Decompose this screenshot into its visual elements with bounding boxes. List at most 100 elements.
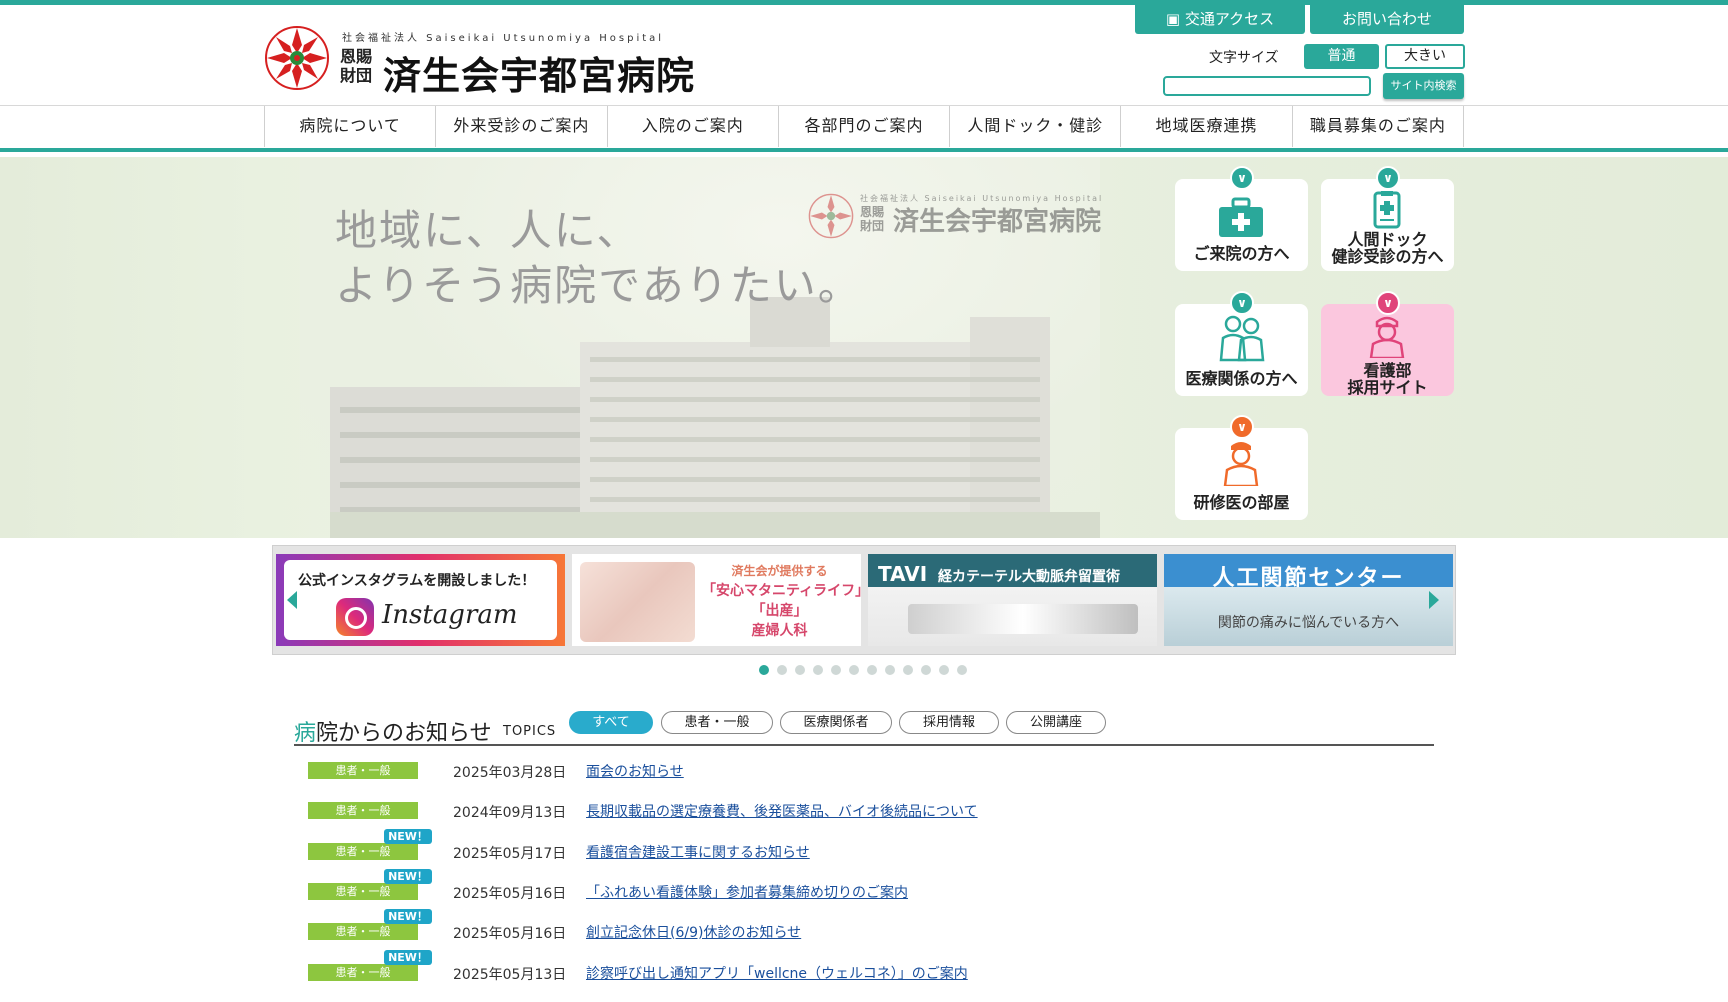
carousel-dot[interactable] bbox=[867, 665, 877, 675]
news-topics-label: TOPICS bbox=[503, 724, 557, 739]
banner-tavi-subtitle: 経カテーテル大動脈弁留置術 bbox=[938, 569, 1120, 585]
news-category-badge: 患者・一般 bbox=[308, 883, 418, 900]
news-category-badge: 患者・一般 bbox=[308, 923, 418, 940]
quick-link-residents[interactable]: ∨ 研修医の部屋 bbox=[1175, 415, 1308, 520]
logo-subtitle: 社会福祉法人 Saiseikai Utsunomiya Hospital bbox=[342, 33, 665, 44]
quick-link-nursing-recruit-label-1: 看護部 bbox=[1363, 361, 1412, 380]
banner-maternity-line3: 「出産」 bbox=[751, 603, 808, 619]
nav-item-departments[interactable]: 各部門のご案内 bbox=[779, 106, 951, 147]
carousel-next-arrow-icon[interactable] bbox=[1429, 591, 1439, 609]
filter-tab-all[interactable]: すべて bbox=[569, 711, 653, 734]
font-size-large-button[interactable]: 大きい bbox=[1385, 44, 1465, 69]
site-logo[interactable]: 社会福祉法人 Saiseikai Utsunomiya Hospital 恩賜財… bbox=[264, 23, 694, 98]
carousel-dot[interactable] bbox=[921, 665, 931, 675]
carousel-dot[interactable] bbox=[885, 665, 895, 675]
hero-banner: 地域に、人に、 よりそう病院でありたい。 社会福祉法人 Saiseikai Ut… bbox=[0, 157, 1728, 538]
hero-logo-foundation: 恩賜財団 bbox=[860, 205, 885, 233]
quick-link-health-check-label-2: 健診受診の方へ bbox=[1331, 247, 1444, 266]
contact-button[interactable]: お問い合わせ bbox=[1310, 5, 1464, 34]
site-search-button[interactable]: サイト内検索 bbox=[1383, 73, 1464, 99]
quick-link-visitors[interactable]: ∨ ご来院の方へ bbox=[1175, 166, 1308, 271]
hero-logo-name: 済生会宇都宮病院 bbox=[893, 207, 1102, 237]
carousel-dot[interactable] bbox=[795, 665, 805, 675]
news-header: 病院からのお知らせ TOPICS すべて 患者・一般 医療関係者 採用情報 公開… bbox=[294, 711, 1434, 747]
banner-instagram-text: 公式インスタグラムを開設しました！ bbox=[298, 573, 536, 589]
carousel-dot[interactable] bbox=[957, 665, 967, 675]
banner-joint-title: 人工関節センター bbox=[1212, 566, 1405, 591]
medical-staff-icon bbox=[1219, 315, 1265, 362]
news-category-badge: 患者・一般 bbox=[308, 802, 418, 819]
news-item: 患者・一般 NEW！ 2025年05月17日 看護宿舎建設工事に関するお知らせ bbox=[294, 829, 1434, 881]
hospital-building-image bbox=[330, 297, 1100, 538]
carousel-dot[interactable] bbox=[759, 665, 769, 675]
new-badge: NEW！ bbox=[384, 950, 432, 965]
logo-foundation-label: 恩賜財団 bbox=[340, 47, 373, 85]
chevron-down-icon: ∨ bbox=[1230, 166, 1254, 190]
first-aid-kit-icon bbox=[1219, 197, 1263, 237]
nav-item-inpatient[interactable]: 入院のご案内 bbox=[608, 106, 779, 147]
quick-link-medical-professionals[interactable]: ∨ 医療関係の方へ bbox=[1175, 291, 1308, 396]
carousel-dot[interactable] bbox=[813, 665, 823, 675]
news-date: 2025年05月16日 bbox=[453, 886, 567, 902]
news-date: 2025年05月13日 bbox=[453, 967, 567, 983]
chevron-down-icon: ∨ bbox=[1376, 166, 1400, 190]
hero-emblem-icon bbox=[808, 193, 854, 239]
quick-link-nursing-recruit[interactable]: ∨ 看護部 採用サイト bbox=[1321, 291, 1454, 396]
news-category-badge: 患者・一般 bbox=[308, 762, 418, 779]
news-title-first-char: 病 bbox=[294, 721, 317, 746]
nav-item-outpatient[interactable]: 外来受診のご案内 bbox=[436, 106, 608, 147]
global-nav: 病院について 外来受診のご案内 入院のご案内 各部門のご案内 人間ドック・健診 … bbox=[0, 105, 1728, 152]
font-size-label: 文字サイズ bbox=[1209, 50, 1279, 66]
nav-item-community[interactable]: 地域医療連携 bbox=[1121, 106, 1293, 147]
banner-joint-subtitle: 関節の痛みに悩んでいる方へ bbox=[1217, 615, 1400, 631]
banner-maternity-line4: 産婦人科 bbox=[751, 623, 808, 639]
news-date: 2025年05月16日 bbox=[453, 926, 567, 942]
news-item: 患者・一般 NEW！ 2025年05月16日 創立記念休日(6/9)休診のお知らせ bbox=[294, 909, 1434, 961]
new-badge: NEW！ bbox=[384, 869, 432, 884]
filter-tab-recruit[interactable]: 採用情報 bbox=[899, 711, 999, 734]
banner-tavi[interactable]: TAVI 経カテーテル大動脈弁留置術 bbox=[868, 554, 1157, 646]
carousel-dot[interactable] bbox=[831, 665, 841, 675]
hero-watermark-logo: 社会福祉法人 Saiseikai Utsunomiya Hospital 恩賜財… bbox=[808, 193, 1118, 243]
news-category-badge: 患者・一般 bbox=[308, 843, 418, 860]
news-title-link[interactable]: 看護宿舎建設工事に関するお知らせ bbox=[586, 842, 810, 862]
font-size-normal-button[interactable]: 普通 bbox=[1304, 44, 1379, 69]
news-title-link[interactable]: 「ふれあい看護体験」参加者募集締め切りのご案内 bbox=[586, 882, 908, 902]
filter-tab-lectures[interactable]: 公開講座 bbox=[1006, 711, 1106, 734]
site-header: 社会福祉法人 Saiseikai Utsunomiya Hospital 恩賜財… bbox=[0, 5, 1728, 105]
banner-maternity-line1: 済生会が提供する bbox=[731, 564, 828, 578]
access-label: 交通アクセス bbox=[1184, 10, 1275, 28]
carousel-dot[interactable] bbox=[939, 665, 949, 675]
resident-doctor-icon bbox=[1223, 442, 1259, 486]
carousel-prev-arrow-icon[interactable] bbox=[287, 591, 297, 609]
quick-link-residents-label: 研修医の部屋 bbox=[1193, 493, 1290, 512]
news-item: 患者・一般 2024年09月13日 長期収載品の選定療養費、後発医薬品、バイオ後続品… bbox=[294, 800, 1434, 840]
quick-link-health-check-label-1: 人間ドック bbox=[1347, 230, 1428, 249]
news-title-link[interactable]: 創立記念休日(6/9)休診のお知らせ bbox=[586, 922, 801, 942]
nav-item-recruit[interactable]: 職員募集のご案内 bbox=[1293, 106, 1464, 147]
saiseikai-emblem-icon bbox=[265, 26, 329, 90]
banner-joint-center[interactable]: 人工関節センター 関節の痛みに悩んでいる方へ bbox=[1164, 554, 1453, 646]
news-title-link[interactable]: 診察呼び出し通知アプリ「wellcne（ウェルコネ）」のご案内 bbox=[586, 963, 968, 983]
quick-link-medical-professionals-label: 医療関係の方へ bbox=[1185, 369, 1298, 388]
carousel-dot[interactable] bbox=[849, 665, 859, 675]
clipboard-icon bbox=[1373, 191, 1401, 229]
news-item: 患者・一般 2025年03月28日 面会のお知らせ bbox=[294, 760, 1434, 800]
site-search-input[interactable] bbox=[1163, 76, 1371, 96]
carousel-dot[interactable] bbox=[777, 665, 787, 675]
news-title: 病院からのお知らせ bbox=[294, 715, 492, 747]
filter-tab-medical[interactable]: 医療関係者 bbox=[780, 711, 892, 734]
nav-item-about[interactable]: 病院について bbox=[265, 106, 437, 147]
news-title-link[interactable]: 面会のお知らせ bbox=[586, 761, 684, 781]
news-item: 患者・一般 NEW！ 2025年05月13日 診察呼び出し通知アプリ「wellcne（… bbox=[294, 950, 1434, 1002]
quick-link-health-check[interactable]: ∨ 人間ドック 健診受診の方へ bbox=[1321, 166, 1454, 271]
news-title-link[interactable]: 長期収載品の選定療養費、後発医薬品、バイオ後続品について bbox=[586, 801, 978, 821]
filter-tab-patients[interactable]: 患者・一般 bbox=[661, 711, 773, 734]
news-item: 患者・一般 NEW！ 2025年05月16日 「ふれあい看護体験」参加者募集締め切りの… bbox=[294, 869, 1434, 921]
banner-maternity[interactable]: 済生会が提供する 「安心マタニティライフ」 「出産」 産婦人科 bbox=[572, 554, 861, 646]
news-date: 2025年05月17日 bbox=[453, 846, 567, 862]
banner-instagram[interactable]: 公式インスタグラムを開設しました！ Instagram bbox=[276, 554, 565, 646]
nav-item-health-check[interactable]: 人間ドック・健診 bbox=[950, 106, 1122, 147]
access-button[interactable]: ▣ 交通アクセス bbox=[1135, 5, 1305, 34]
carousel-dot[interactable] bbox=[903, 665, 913, 675]
